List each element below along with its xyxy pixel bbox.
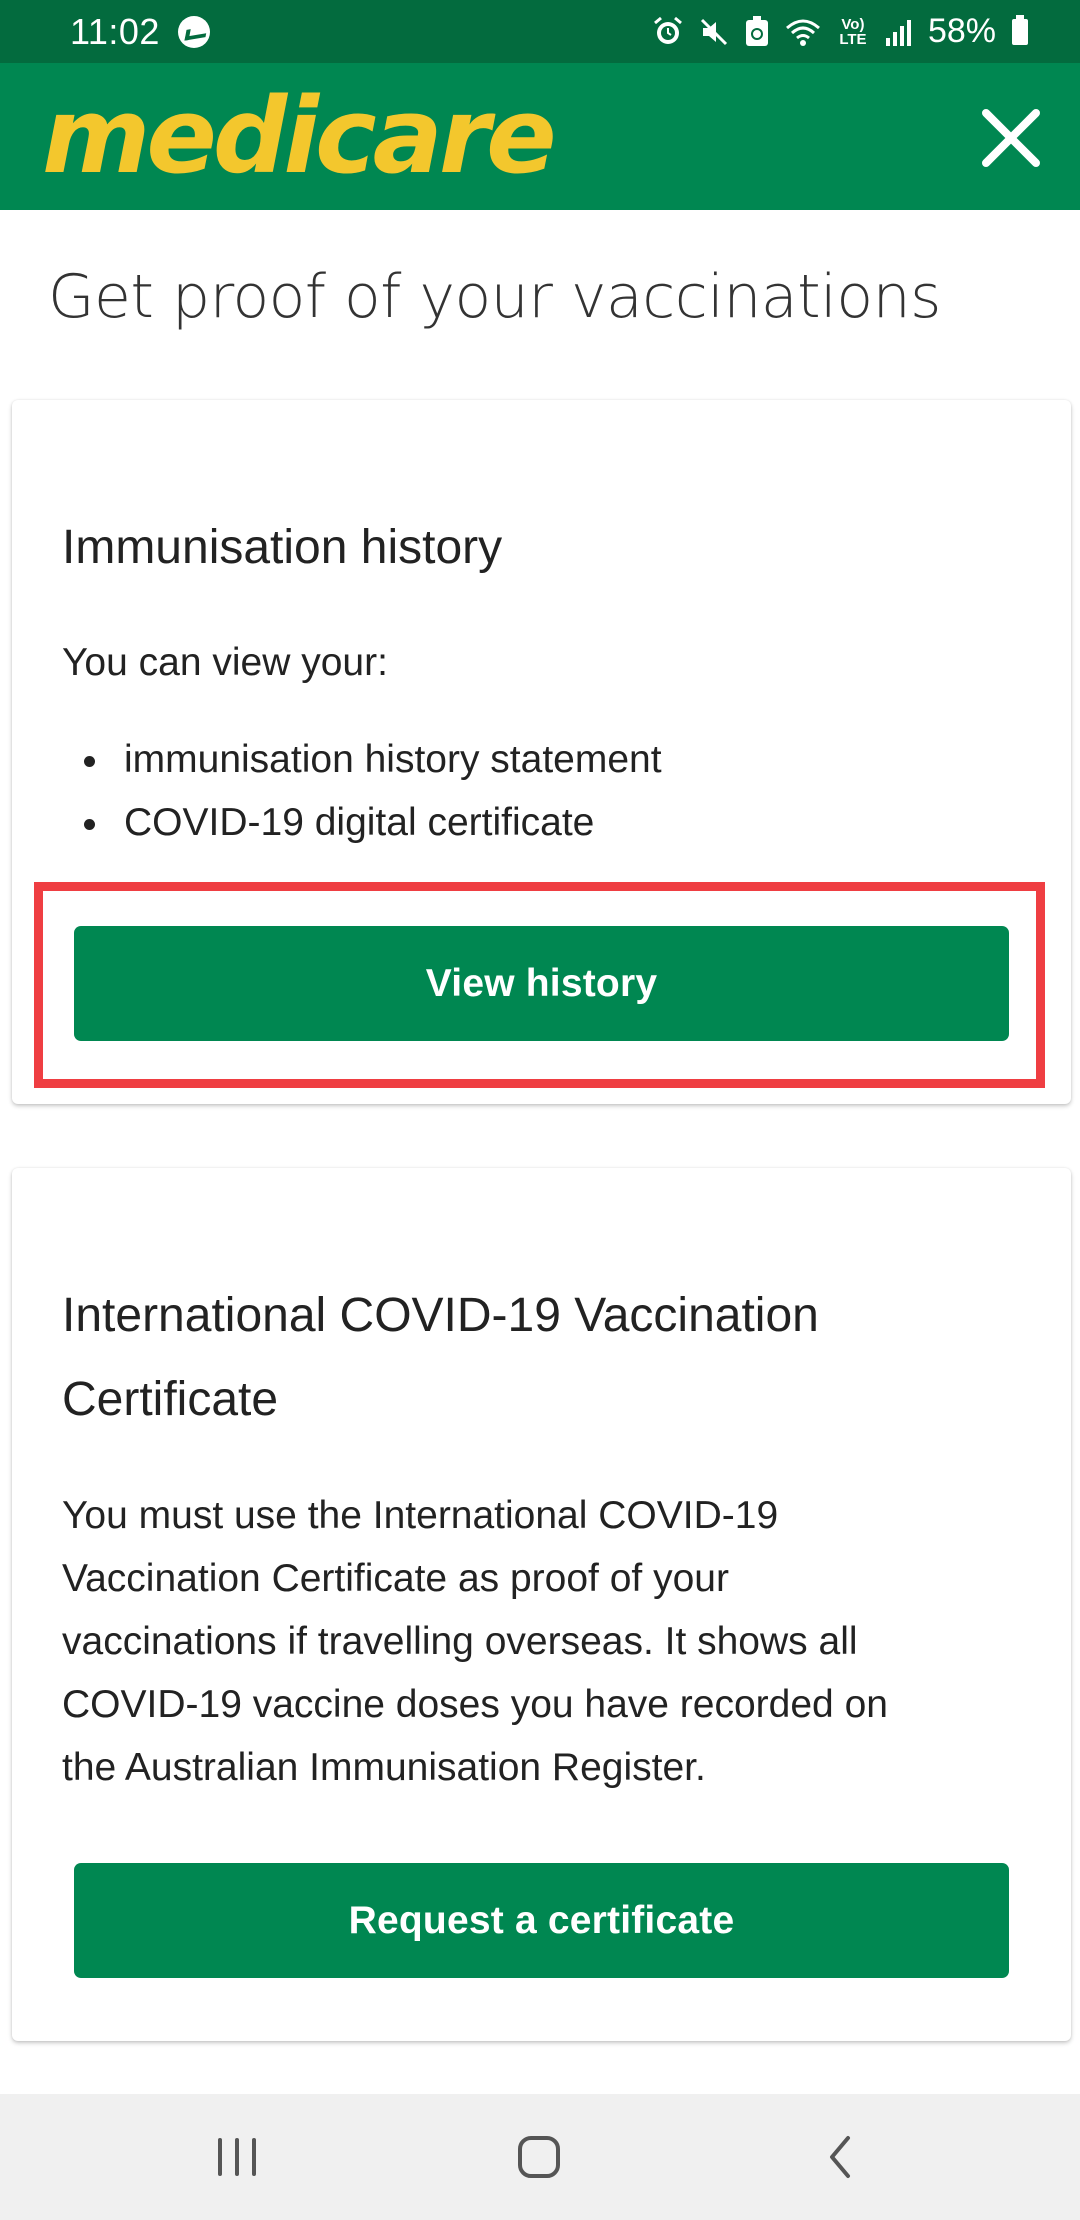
certificate-body-line: Vaccination Certificate as proof of your: [62, 1557, 729, 1600]
view-history-button[interactable]: View history: [74, 926, 1009, 1041]
certificate-body-line: the Australian Immunisation Register.: [62, 1746, 706, 1789]
alarm-icon: [652, 15, 684, 49]
international-certificate-heading-line1: International COVID-19 Vaccination: [62, 1289, 819, 1342]
status-time: 11:02: [70, 10, 160, 52]
status-bar: 11:02 Vo) LTE 58%: [0, 0, 1080, 63]
immunisation-intro: You can view your:: [62, 641, 388, 684]
international-certificate-heading-line2: Certificate: [62, 1373, 279, 1426]
back-button[interactable]: [806, 2122, 876, 2192]
system-nav-bar: [0, 2094, 1080, 2220]
messenger-icon: [177, 15, 210, 48]
home-icon: [518, 2136, 560, 2178]
immunisation-history-heading: Immunisation history: [62, 521, 503, 574]
page-title: Get proof of your vaccinations: [48, 262, 941, 332]
app-header: medicare: [0, 63, 1080, 210]
mute-icon: [698, 15, 730, 49]
medicare-logo: medicare: [42, 75, 557, 197]
status-left: 11:02: [70, 11, 210, 53]
recent-apps-button[interactable]: [202, 2122, 272, 2192]
wifi-icon: [784, 15, 822, 49]
battery-percent: 58%: [927, 12, 996, 50]
network-label: Vo) LTE: [839, 15, 867, 48]
close-button[interactable]: [978, 105, 1044, 171]
list-item: COVID-19 digital certificate: [62, 791, 662, 854]
home-button[interactable]: [504, 2122, 574, 2192]
request-certificate-button[interactable]: Request a certificate: [74, 1863, 1009, 1978]
back-icon: [830, 2136, 850, 2178]
certificate-body-line: vaccinations if travelling overseas. It …: [62, 1620, 858, 1663]
lte-icon: Vo) LTE: [836, 15, 870, 49]
signal-icon: [884, 15, 914, 49]
certificate-body-line: You must use the International COVID-19: [62, 1494, 779, 1537]
list-item: immunisation history statement: [62, 728, 662, 791]
close-icon: [982, 109, 1040, 167]
immunisation-bullet-list: immunisation history statement COVID-19 …: [62, 728, 662, 854]
status-right: Vo) LTE 58%: [652, 12, 1028, 51]
battery-icon: [1012, 14, 1028, 45]
certificate-body-line: COVID-19 vaccine doses you have recorded…: [62, 1683, 888, 1726]
recycle-icon: [744, 15, 770, 49]
recent-apps-icon: [218, 2138, 256, 2176]
